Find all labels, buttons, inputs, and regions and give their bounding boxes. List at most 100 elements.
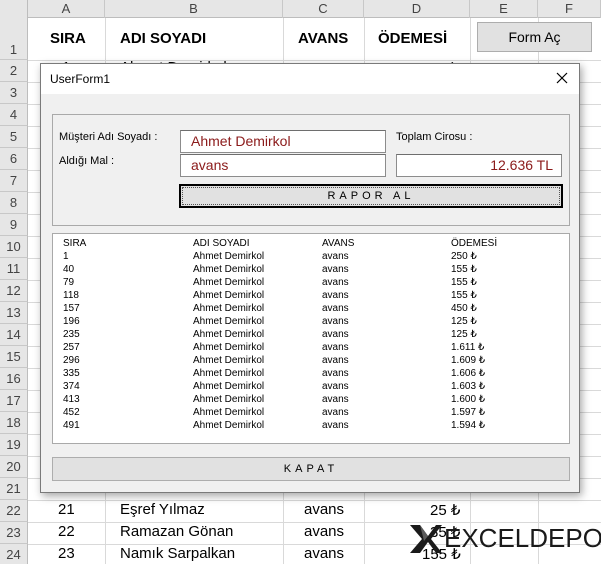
- row-header-18[interactable]: 18: [0, 412, 28, 434]
- row-header-20[interactable]: 20: [0, 456, 28, 478]
- cell-row23-sira[interactable]: 22: [58, 523, 75, 540]
- list-cell: avans: [322, 251, 349, 262]
- list-cell: 491: [63, 420, 80, 431]
- row-header-6[interactable]: 6: [0, 148, 28, 170]
- list-cell: Ahmet Demirkol: [193, 420, 265, 431]
- list-cell: Ahmet Demirkol: [193, 264, 265, 275]
- list-cell: 157: [63, 303, 80, 314]
- row-header-10[interactable]: 10: [0, 236, 28, 258]
- cell-row24-sira[interactable]: 23: [58, 545, 75, 562]
- input-frame: Müşteri Adı Soyadı : Ahmet Demirkol Topl…: [52, 114, 570, 226]
- select-all-corner[interactable]: [0, 0, 28, 18]
- row-header-7[interactable]: 7: [0, 170, 28, 192]
- row-header-9[interactable]: 9: [0, 214, 28, 236]
- column-header-a[interactable]: A: [28, 0, 105, 18]
- list-item[interactable]: 257 Ahmet Demirkol avans 1.611 ₺: [53, 341, 569, 354]
- list-cell: avans: [322, 329, 349, 340]
- list-header-cell: AVANS: [322, 238, 355, 249]
- row-header-2[interactable]: 2: [0, 60, 28, 82]
- cell-row24-avans[interactable]: avans: [304, 545, 344, 562]
- list-item[interactable]: 335 Ahmet Demirkol avans 1.606 ₺: [53, 367, 569, 380]
- list-item[interactable]: 157 Ahmet Demirkol avans 450 ₺: [53, 302, 569, 315]
- column-header-e[interactable]: E: [470, 0, 538, 18]
- list-cell: 1.594 ₺: [451, 420, 486, 431]
- list-item[interactable]: 491 Ahmet Demirkol avans 1.594 ₺: [53, 419, 569, 432]
- logo-text: EXCELDEPO: [444, 522, 601, 553]
- list-item[interactable]: 118 Ahmet Demirkol avans 155 ₺: [53, 289, 569, 302]
- row-header-5[interactable]: 5: [0, 126, 28, 148]
- list-item[interactable]: 413 Ahmet Demirkol avans 1.600 ₺: [53, 393, 569, 406]
- cell-row24-name[interactable]: Namık Sarpalkan: [120, 545, 235, 562]
- row-header-23[interactable]: 23: [0, 522, 28, 544]
- dialog-title: UserForm1: [50, 72, 111, 86]
- list-cell: 1.606 ₺: [451, 368, 486, 379]
- list-item[interactable]: 374 Ahmet Demirkol avans 1.603 ₺: [53, 380, 569, 393]
- list-cell: 196: [63, 316, 80, 327]
- list-cell: Ahmet Demirkol: [193, 251, 265, 262]
- row-header-11[interactable]: 11: [0, 258, 28, 280]
- header-odemesi[interactable]: ÖDEMESİ: [378, 30, 447, 47]
- column-header-b[interactable]: B: [105, 0, 283, 18]
- cell-row23-name[interactable]: Ramazan Gönan: [120, 523, 233, 540]
- focus-rect: [182, 187, 560, 205]
- column-header-f[interactable]: F: [538, 0, 601, 18]
- row-header-22[interactable]: 22: [0, 500, 28, 522]
- header-avans[interactable]: AVANS: [298, 30, 348, 47]
- column-header-d[interactable]: D: [364, 0, 470, 18]
- row-header-17[interactable]: 17: [0, 390, 28, 412]
- list-cell: 118: [63, 290, 79, 301]
- row-header-19[interactable]: 19: [0, 434, 28, 456]
- row-header-15[interactable]: 15: [0, 346, 28, 368]
- list-cell: avans: [322, 277, 349, 288]
- list-cell: avans: [322, 290, 349, 301]
- row-header-3[interactable]: 3: [0, 82, 28, 104]
- cell-row22-avans[interactable]: avans: [304, 501, 344, 518]
- row-header-24[interactable]: 24: [0, 544, 28, 564]
- row-header-13[interactable]: 13: [0, 302, 28, 324]
- header-adi-soyadi[interactable]: ADI SOYADI: [120, 30, 206, 47]
- list-header-row[interactable]: SIRA ADI SOYADI AVANS ÖDEMESİ: [53, 237, 569, 250]
- list-cell: avans: [322, 407, 349, 418]
- toplam-ciro-textbox[interactable]: 12.636 TL: [396, 154, 562, 177]
- list-item[interactable]: 1 Ahmet Demirkol avans 250 ₺: [53, 250, 569, 263]
- musteri-textbox[interactable]: Ahmet Demirkol: [180, 130, 386, 153]
- list-cell: 296: [63, 355, 80, 366]
- row-header-8[interactable]: 8: [0, 192, 28, 214]
- cell-row23-avans[interactable]: avans: [304, 523, 344, 540]
- list-item[interactable]: 196 Ahmet Demirkol avans 125 ₺: [53, 315, 569, 328]
- column-header-c[interactable]: C: [283, 0, 364, 18]
- list-item[interactable]: 79 Ahmet Demirkol avans 155 ₺: [53, 276, 569, 289]
- list-cell: 155 ₺: [451, 277, 477, 288]
- list-cell: Ahmet Demirkol: [193, 329, 265, 340]
- list-cell: Ahmet Demirkol: [193, 381, 265, 392]
- close-icon[interactable]: [554, 70, 570, 86]
- x-logo-icon: [410, 525, 442, 553]
- list-item[interactable]: 452 Ahmet Demirkol avans 1.597 ₺: [53, 406, 569, 419]
- row-header-21[interactable]: 21: [0, 478, 28, 500]
- row-header-4[interactable]: 4: [0, 104, 28, 126]
- list-item[interactable]: 40 Ahmet Demirkol avans 155 ₺: [53, 263, 569, 276]
- list-cell: 335: [63, 368, 80, 379]
- list-cell: avans: [322, 342, 349, 353]
- list-cell: 257: [63, 342, 80, 353]
- rapor-al-button[interactable]: RAPOR AL: [179, 184, 563, 208]
- list-cell: 1.611 ₺: [451, 342, 485, 353]
- row-header-1[interactable]: 1: [0, 18, 28, 60]
- form-ac-button[interactable]: Form Aç: [477, 22, 592, 52]
- report-listbox[interactable]: SIRA ADI SOYADI AVANS ÖDEMESİ 1 Ahmet Demirko…: [52, 233, 570, 444]
- row-header-14[interactable]: 14: [0, 324, 28, 346]
- list-cell: 125 ₺: [451, 316, 477, 327]
- list-item[interactable]: 296 Ahmet Demirkol avans 1.609 ₺: [53, 354, 569, 367]
- kapat-button[interactable]: KAPAT: [52, 457, 570, 481]
- row-header-12[interactable]: 12: [0, 280, 28, 302]
- row-header-16[interactable]: 16: [0, 368, 28, 390]
- cell-row22-name[interactable]: Eşref Yılmaz: [120, 501, 205, 518]
- list-cell: 1.597 ₺: [451, 407, 486, 418]
- header-sira[interactable]: SIRA: [50, 30, 86, 47]
- list-item[interactable]: 235 Ahmet Demirkol avans 125 ₺: [53, 328, 569, 341]
- cell-row22-sira[interactable]: 21: [58, 501, 75, 518]
- cell-row22-odemesi[interactable]: 25 ₺: [430, 501, 460, 519]
- list-header-cell: ÖDEMESİ: [451, 238, 498, 249]
- title-bar[interactable]: UserForm1: [41, 64, 579, 94]
- aldigi-mal-textbox[interactable]: avans: [180, 154, 386, 177]
